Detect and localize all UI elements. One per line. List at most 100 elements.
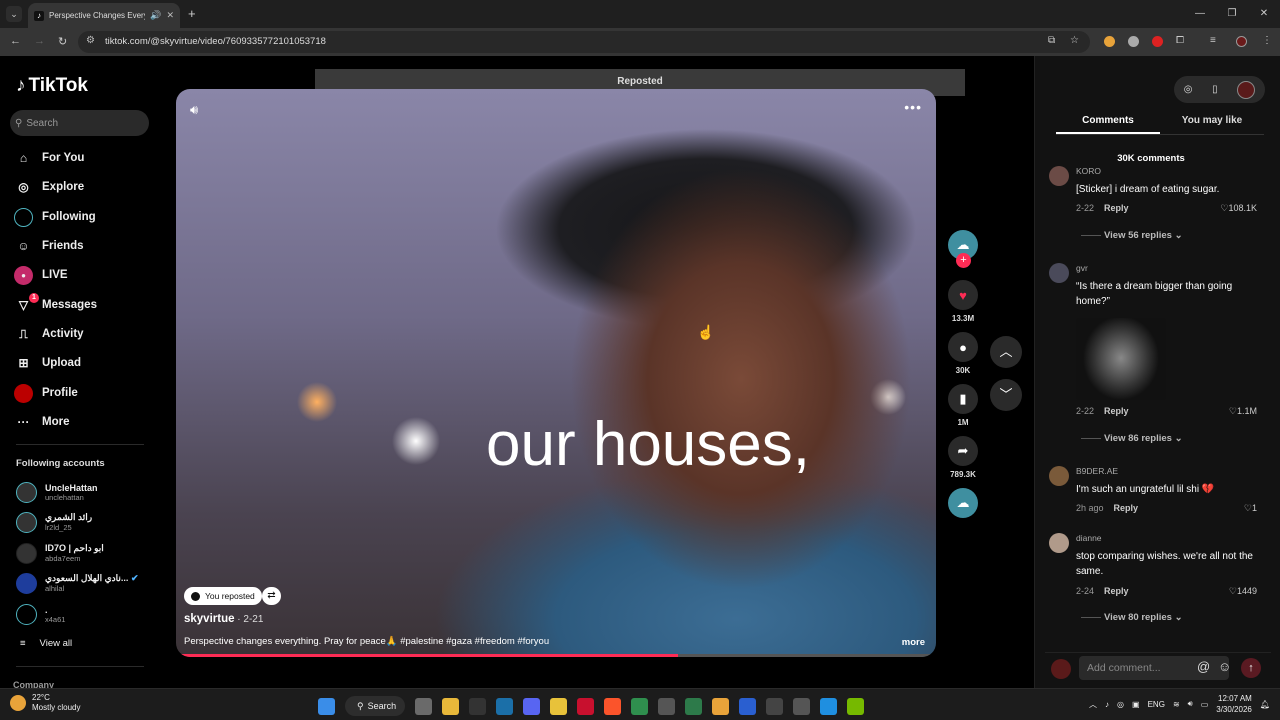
comment-like[interactable]: ♡108.1K [1220, 203, 1257, 214]
company-link[interactable]: Company [13, 680, 54, 688]
nvidia-icon[interactable] [847, 697, 864, 715]
close-window-icon[interactable]: ✕ [1248, 0, 1280, 28]
tab-you-may-like[interactable]: You may like [1160, 115, 1264, 134]
tab-comments[interactable]: Comments [1056, 115, 1160, 134]
app-icon[interactable] [820, 697, 837, 715]
browser-menu-icon[interactable]: ⋮ [1262, 35, 1272, 46]
clock[interactable]: 12:07 AM 3/30/2026 [1216, 693, 1252, 715]
view-replies-button[interactable]: View 86 replies ⌄ [1081, 433, 1183, 444]
account-item[interactable]: نادي الهلال السعودي... ✔ alhilal [16, 571, 139, 595]
sidebar-item-profile[interactable]: Profile [14, 383, 78, 403]
video-progress-bar[interactable] [176, 654, 936, 657]
search-input[interactable]: ⚲ Search [10, 110, 149, 136]
extensions-puzzle-icon[interactable]: ⧠ [1176, 35, 1184, 46]
reply-button[interactable]: Reply [1104, 586, 1129, 596]
sidebar-item-live[interactable]: ● LIVE [14, 265, 68, 285]
network-icon[interactable]: ◎ [1117, 700, 1124, 709]
back-icon[interactable]: ← [10, 35, 21, 47]
language-indicator[interactable]: ENG [1148, 700, 1165, 709]
account-item[interactable]: ID7O | ابو داحم abda7eem [16, 541, 104, 565]
video-author[interactable]: skyvirtue · 2-21 [184, 613, 263, 625]
comment-like[interactable]: ♡1449 [1229, 586, 1257, 597]
device-icon[interactable]: ▯ [1212, 84, 1218, 95]
notifications-icon[interactable]: 🔔︎ [1260, 700, 1270, 709]
speaker-icon[interactable]: 🔊 [150, 10, 161, 21]
comment-username[interactable]: KORO [1076, 166, 1101, 176]
tiktok-logo[interactable]: ♪ TikTok [16, 75, 88, 97]
volume-icon[interactable]: 🔊︎ [1188, 699, 1193, 709]
site-info-icon[interactable]: ⚙ [86, 35, 95, 46]
reply-button[interactable]: Reply [1104, 406, 1129, 416]
you-reposted-badge[interactable]: You reposted [184, 587, 262, 605]
account-item[interactable]: UncleHattan unclehattan [16, 480, 98, 504]
new-tab-button[interactable]: + [188, 6, 196, 21]
reply-button[interactable]: Reply [1114, 503, 1139, 513]
brave-icon[interactable] [604, 697, 621, 715]
view-replies-button[interactable]: View 56 replies ⌄ [1081, 230, 1183, 241]
sidebar-item-more[interactable]: ··· More [14, 412, 70, 432]
sidebar-item-messages[interactable]: ▽ 1 Messages [14, 292, 97, 315]
app-icon[interactable] [712, 697, 729, 715]
profile-avatar-icon[interactable] [1236, 36, 1247, 47]
reload-icon[interactable]: ↻ [58, 35, 67, 48]
comment-username[interactable]: B9DER.AE [1076, 466, 1118, 476]
share-button[interactable]: ➦ 789.3K [947, 436, 979, 479]
microphone-icon[interactable]: ♪ [1105, 700, 1109, 709]
volume-icon[interactable]: 🔊︎ [190, 102, 198, 118]
app-icon[interactable] [658, 697, 675, 715]
discord-icon[interactable] [523, 697, 540, 715]
app-tray-icon[interactable]: ▣ [1132, 700, 1140, 709]
comment-sticker-image[interactable] [1076, 318, 1166, 400]
file-explorer-icon[interactable] [442, 697, 459, 715]
chrome-icon[interactable] [631, 697, 648, 715]
url-text[interactable]: tiktok.com/@skyvirtue/video/760933577210… [105, 36, 326, 47]
weather-widget[interactable]: 22°C Mostly cloudy [10, 693, 80, 713]
game-launcher-icon[interactable] [577, 697, 594, 715]
comment-username[interactable]: dianne [1076, 533, 1102, 543]
restore-icon[interactable]: ❐ [1216, 0, 1248, 28]
red-extension-icon[interactable] [1152, 36, 1163, 47]
browser-tab[interactable]: ♪ Perspective Changes Everyth 🔊 ✕ [28, 3, 180, 28]
minimize-icon[interactable]: — [1184, 0, 1216, 28]
avatar[interactable] [1049, 263, 1069, 283]
sidebar-item-following[interactable]: Following [14, 207, 96, 227]
wifi-icon[interactable]: ≋ [1173, 700, 1180, 709]
tray-chevron-up-icon[interactable]: ︿ [1089, 699, 1097, 710]
xbox-icon[interactable] [685, 697, 702, 715]
like-button[interactable]: ♥ 13.3M [947, 280, 979, 323]
sidebar-item-explore[interactable]: ◎ Explore [14, 177, 84, 197]
install-icon[interactable]: ⧉ [1048, 35, 1055, 46]
epic-games-icon[interactable] [469, 697, 486, 715]
save-button[interactable]: ▮ 1M [947, 384, 979, 427]
more-options-icon[interactable]: ••• [904, 99, 922, 115]
windows-start-icon[interactable] [318, 697, 335, 715]
view-all-button[interactable]: ≡ View all [20, 638, 72, 649]
battery-icon[interactable]: ▭ [1201, 700, 1209, 709]
emoji-icon[interactable]: ☺ [1218, 659, 1231, 674]
previous-video-button[interactable]: ︿ [990, 336, 1022, 368]
taskbar-search[interactable]: ⚲ Search [345, 696, 405, 716]
comment-button[interactable]: ● 30K [947, 332, 979, 375]
sidebar-item-activity[interactable]: ⎍ Activity [14, 324, 83, 344]
send-button[interactable]: ↑ [1241, 658, 1261, 678]
media-control-icon[interactable]: ≡ [1210, 35, 1216, 46]
sidebar-item-upload[interactable]: ⊞ Upload [14, 353, 81, 373]
view-replies-button[interactable]: View 80 replies ⌄ [1081, 612, 1183, 623]
follow-plus-icon[interactable]: + [956, 253, 971, 268]
comment-like[interactable]: ♡1 [1244, 503, 1257, 514]
sidebar-item-friends[interactable]: ☺ Friends [14, 236, 83, 256]
app-icon[interactable] [739, 697, 756, 715]
reply-button[interactable]: Reply [1104, 203, 1129, 213]
account-item[interactable]: . x4a61 [16, 602, 65, 626]
bookmark-star-icon[interactable]: ☆ [1070, 35, 1079, 46]
app-icon[interactable] [793, 697, 810, 715]
extension-icon[interactable] [1104, 36, 1115, 47]
repost-icon[interactable]: ⇄ [262, 587, 281, 605]
shield-extension-icon[interactable] [1128, 36, 1139, 47]
avatar[interactable] [1049, 166, 1069, 186]
avatar[interactable] [1237, 80, 1256, 99]
sidebar-item-for-you[interactable]: ⌂ For You [14, 148, 85, 168]
comment-like[interactable]: ♡1.1M [1229, 406, 1257, 417]
more-button[interactable]: more [902, 637, 925, 648]
avatar[interactable] [1049, 533, 1069, 553]
